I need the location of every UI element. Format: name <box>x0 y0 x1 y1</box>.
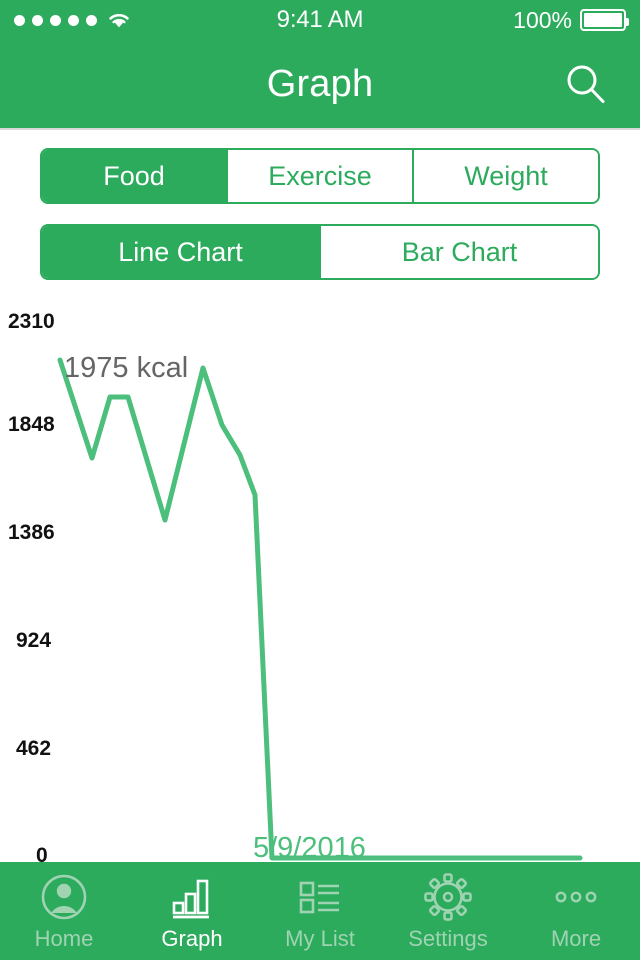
tab-label-settings: Settings <box>408 926 488 951</box>
segment-food[interactable]: Food <box>42 150 228 202</box>
segment-bar-chart[interactable]: Bar Chart <box>321 226 598 278</box>
segment-weight[interactable]: Weight <box>414 150 598 202</box>
segment-exercise[interactable]: Exercise <box>228 150 414 202</box>
tab-label-home: Home <box>34 926 94 951</box>
tab-settings[interactable]: Settings <box>384 862 512 960</box>
bar-chart-icon <box>168 874 216 920</box>
nav-separator <box>0 128 640 130</box>
tab-graph[interactable]: Graph <box>128 862 256 960</box>
ellipsis-icon <box>552 874 600 920</box>
page-title: Graph <box>266 62 374 105</box>
status-bar-time: 9:41 AM <box>276 6 364 33</box>
person-circle-icon <box>40 874 88 920</box>
app-root: 9:41 AM 100% Graph Food Exercise Weight … <box>0 0 640 960</box>
tab-my-list[interactable]: My List <box>256 862 384 960</box>
segmented-control-data-type[interactable]: Food Exercise Weight <box>40 148 600 204</box>
tab-more[interactable]: More <box>512 862 640 960</box>
signal-dots-icon <box>14 14 97 26</box>
segment-line-chart[interactable]: Line Chart <box>42 226 321 278</box>
search-icon[interactable] <box>560 58 612 110</box>
list-icon <box>296 874 344 920</box>
status-bar: 9:41 AM 100% <box>0 0 640 40</box>
segmented-control-chart-type[interactable]: Line Chart Bar Chart <box>40 224 600 280</box>
tab-label-more: More <box>550 926 602 951</box>
line-chart[interactable]: 2310 1848 1386 924 462 0 1975 kcal 5/9/2… <box>0 296 640 862</box>
status-bar-left <box>14 11 277 29</box>
battery-percent-label: 100% <box>513 6 572 33</box>
tab-home[interactable]: Home <box>0 862 128 960</box>
status-bar-right: 100% <box>363 6 629 34</box>
battery-full-icon <box>580 9 629 31</box>
nav-bar: Graph <box>0 40 640 128</box>
tab-label-my-list: My List <box>285 926 355 951</box>
tab-label-graph: Graph <box>161 926 223 951</box>
wifi-icon <box>106 11 132 29</box>
gear-icon <box>423 873 473 921</box>
chart-x-axis-date-label: 5/9/2016 <box>253 832 366 862</box>
chart-value-annotation: 1975 kcal <box>64 352 189 384</box>
tab-bar: Home Graph My List Settings More <box>0 862 640 960</box>
